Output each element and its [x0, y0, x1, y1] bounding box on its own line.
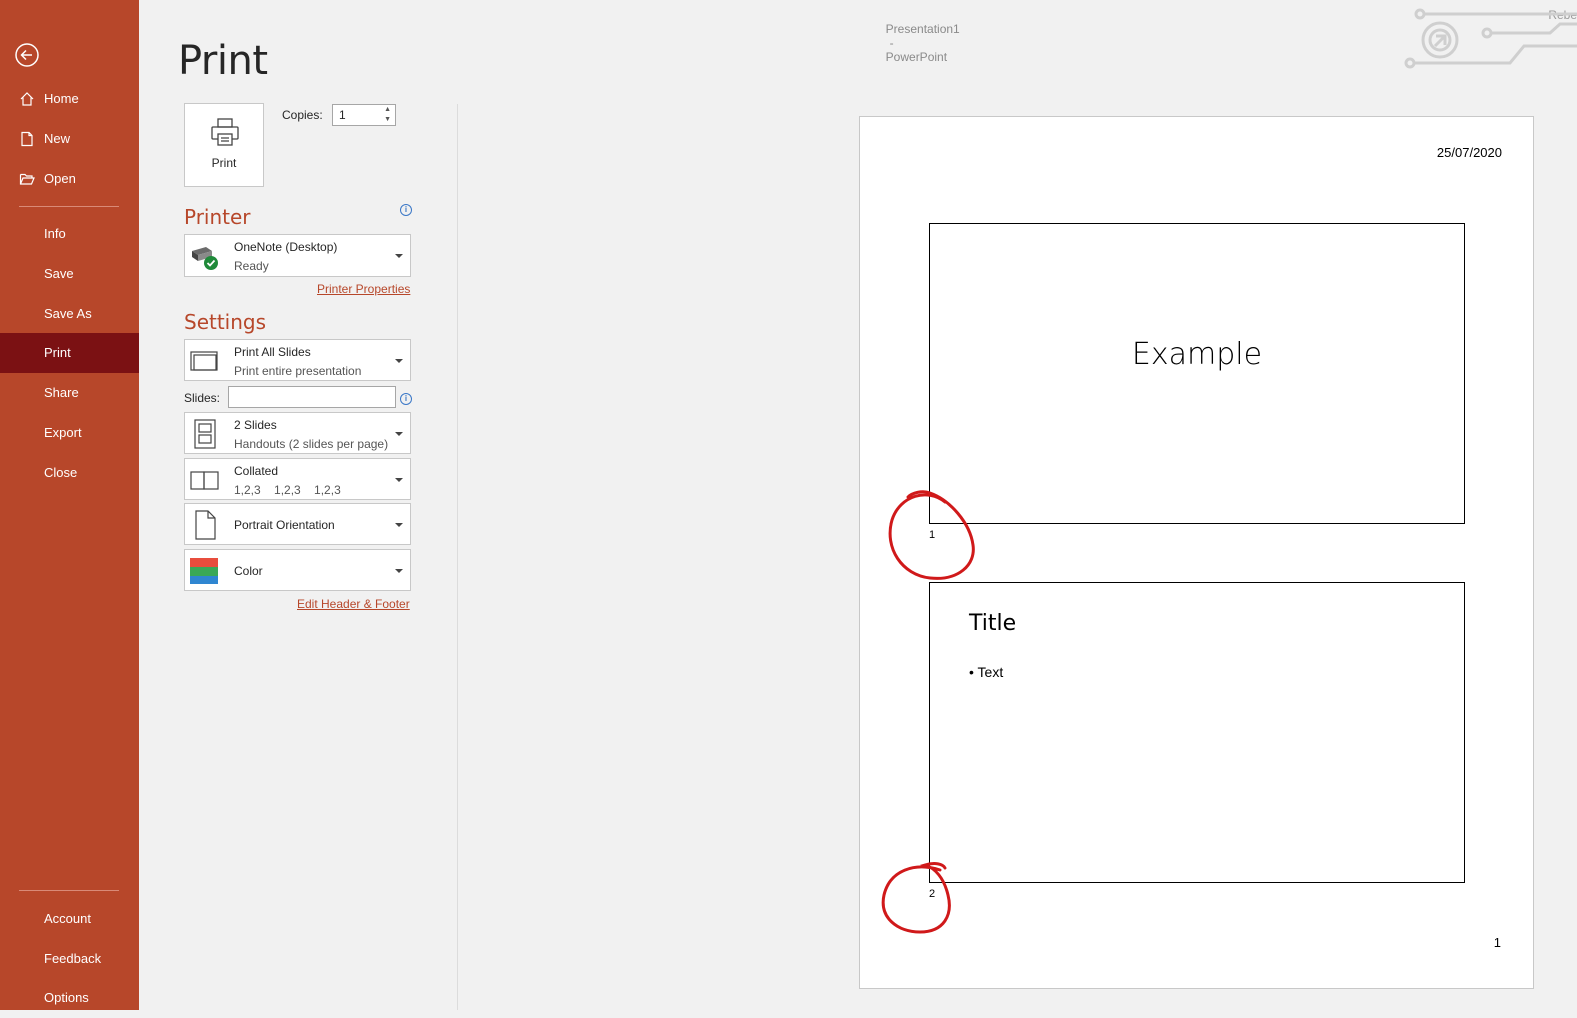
handout-layout-icon [194, 419, 216, 449]
circuit-decoration-icon [1404, 8, 1577, 69]
color-title: Color [234, 564, 263, 578]
copies-up-icon[interactable]: ▲ [384, 106, 391, 114]
collation-title: Collated [234, 464, 279, 478]
nav-divider-bottom [19, 890, 119, 891]
slide-thumbnail-2: Title • Text [929, 582, 1465, 883]
chevron-down-icon [395, 478, 403, 482]
window-title: Presentation1 - PowerPoint [879, 8, 960, 64]
open-folder-icon [19, 173, 35, 185]
nav-options-label: Options [44, 990, 89, 1005]
nav-print-label: Print [44, 345, 71, 360]
nav-account-label: Account [44, 911, 91, 926]
collated-icon [190, 471, 219, 490]
settings-section-title: Settings [184, 310, 267, 334]
back-arrow-icon [15, 43, 39, 67]
print-range-subtitle: Print entire presentation [234, 364, 362, 378]
edit-header-footer-link[interactable]: Edit Header & Footer [297, 597, 410, 611]
printer-properties-link[interactable]: Printer Properties [317, 282, 410, 296]
layout-dropdown[interactable]: 2 Slides Handouts (2 slides per page) [184, 412, 411, 454]
chevron-down-icon [395, 569, 403, 573]
print-button-label: Print [211, 156, 237, 170]
slide-2-bullet: • Text [969, 664, 1004, 680]
nav-options[interactable]: Options [0, 978, 139, 1018]
new-document-icon [21, 131, 33, 147]
nav-print[interactable]: Print [0, 333, 139, 373]
page-footer-number: 1 [1493, 935, 1501, 950]
nav-feedback[interactable]: Feedback [0, 939, 139, 979]
document-name: Presentation1 [885, 22, 960, 36]
nav-save-as-label: Save As [44, 306, 92, 321]
app-name: PowerPoint [885, 50, 948, 64]
color-dropdown[interactable]: Color [184, 549, 411, 591]
copies-stepper[interactable]: 1 ▲ ▼ [332, 104, 396, 126]
nav-save-as[interactable]: Save As [0, 294, 139, 334]
page-header-date: 25/07/2020 [1436, 145, 1502, 160]
printer-icon [211, 118, 239, 146]
printer-info-icon[interactable]: i [400, 204, 412, 216]
copies-down-icon[interactable]: ▼ [384, 116, 391, 124]
printer-status: Ready [234, 259, 269, 273]
slide-2-number: 2 [929, 888, 936, 900]
backstage-sidebar: Home New Open Info Save Save As Print Sh… [0, 0, 139, 1010]
slide-1-title: Example [1131, 337, 1263, 372]
nav-share[interactable]: Share [0, 373, 139, 413]
printer-section-title: Printer [184, 205, 251, 229]
slide-2-title: Title [969, 611, 1017, 636]
nav-feedback-label: Feedback [44, 951, 102, 966]
nav-new-label: New [44, 131, 71, 146]
printer-dropdown[interactable]: OneNote (Desktop) Ready [184, 234, 411, 277]
nav-export[interactable]: Export [0, 413, 139, 453]
nav-close-label: Close [44, 465, 78, 480]
nav-save-label: Save [44, 266, 74, 281]
print-range-dropdown[interactable]: Print All Slides Print entire presentati… [184, 339, 411, 381]
orientation-title: Portrait Orientation [234, 518, 335, 532]
copies-value: 1 [339, 108, 346, 122]
printer-ready-icon [192, 247, 218, 270]
chevron-down-icon [395, 432, 403, 436]
slides-label: Slides: [184, 391, 221, 405]
nav-save[interactable]: Save [0, 254, 139, 294]
print-range-title: Print All Slides [234, 345, 311, 359]
layout-subtitle: Handouts (2 slides per page) [234, 437, 389, 451]
printer-name: OneNote (Desktop) [234, 240, 338, 254]
slide-thumbnail-1: Example [929, 223, 1465, 524]
nav-info-label: Info [44, 226, 66, 241]
copies-label: Copies: [282, 108, 323, 122]
layout-title: 2 Slides [234, 418, 277, 432]
print-preview-page: 25/07/2020 Example 1 Title • Text 2 1 [859, 116, 1534, 989]
orientation-dropdown[interactable]: Portrait Orientation [184, 503, 411, 545]
chevron-down-icon [395, 523, 403, 527]
print-button[interactable]: Print [184, 103, 264, 187]
nav-divider [19, 206, 119, 207]
nav-info[interactable]: Info [0, 214, 139, 254]
nav-account[interactable]: Account [0, 899, 139, 939]
nav-export-label: Export [44, 425, 82, 440]
chevron-down-icon [395, 359, 403, 363]
all-slides-icon [190, 351, 218, 371]
nav-home[interactable]: Home [0, 79, 139, 119]
slide-1-number: 1 [929, 529, 936, 541]
nav-open-label: Open [44, 171, 76, 186]
nav-new[interactable]: New [0, 119, 139, 159]
color-swatch-icon [190, 558, 218, 584]
nav-open[interactable]: Open [0, 159, 139, 199]
collation-dropdown[interactable]: Collated 1,2,3 1,2,3 1,2,3 [184, 458, 411, 500]
panel-divider [457, 104, 458, 1010]
nav-home-label: Home [44, 91, 79, 106]
back-button[interactable] [14, 42, 40, 68]
page-title: Print [178, 38, 268, 84]
home-icon [20, 92, 34, 106]
portrait-page-icon [195, 510, 216, 540]
slides-input[interactable] [228, 386, 396, 408]
title-separator: - [889, 36, 894, 50]
nav-close[interactable]: Close [0, 453, 139, 493]
nav-share-label: Share [44, 385, 79, 400]
chevron-down-icon [395, 254, 403, 258]
slides-info-icon[interactable]: i [400, 393, 412, 405]
collation-subtitle: 1,2,3 1,2,3 1,2,3 [234, 483, 341, 497]
